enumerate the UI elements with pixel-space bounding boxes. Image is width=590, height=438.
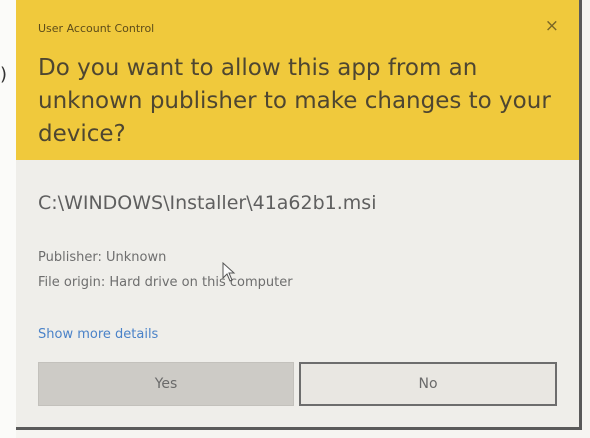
no-button[interactable]: No xyxy=(299,362,557,406)
no-button-label: No xyxy=(418,376,438,392)
file-origin-label: File origin: Hard drive on this computer xyxy=(38,275,293,290)
show-more-details-link[interactable]: Show more details xyxy=(38,327,158,342)
close-icon[interactable]: × xyxy=(545,16,559,36)
background-text-fragment: ) xyxy=(0,64,8,85)
publisher-label: Publisher: Unknown xyxy=(38,250,167,265)
dialog-header: User Account Control × Do you want to al… xyxy=(16,0,579,160)
screen: ) User Account Control × Do you want to … xyxy=(0,0,590,438)
uac-dialog: User Account Control × Do you want to al… xyxy=(16,0,582,430)
yes-button[interactable]: Yes xyxy=(38,362,294,406)
window-title: User Account Control xyxy=(38,22,155,35)
yes-button-label: Yes xyxy=(154,376,178,392)
program-path: C:\WINDOWS\Installer\41a62b1.msi xyxy=(38,192,377,214)
prompt-question: Do you want to allow this app from an un… xyxy=(38,55,551,147)
mouse-cursor-icon xyxy=(222,262,236,282)
